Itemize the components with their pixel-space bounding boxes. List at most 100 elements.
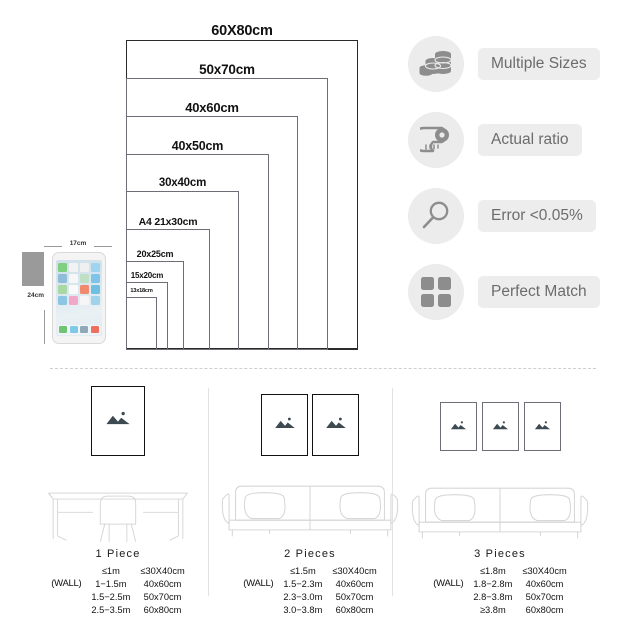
ipad-dock-icon — [69, 326, 78, 333]
wall-label — [238, 564, 278, 577]
recommended-size-value: ≤30X40cm — [140, 565, 185, 576]
feature-label: Actual ratio — [478, 124, 582, 156]
wall-distance-value: 1.5−2.5m — [91, 591, 131, 602]
image-placeholder-icon — [534, 418, 551, 436]
wall-label — [428, 590, 468, 603]
recommended-size-value: 60x80cm — [525, 604, 564, 615]
recommended-size-value: 50x70cm — [525, 591, 564, 602]
wall-distance-value: ≤1.8m — [479, 565, 506, 576]
wall-distance-table: ≤1.5m ≤30X40cm (WALL) 1.5−2.3m 40x60cm 2.3−3… — [238, 564, 381, 616]
grid-icon — [408, 264, 464, 320]
recommended-size-value: 40x60cm — [335, 578, 374, 589]
ipad-app-icon — [91, 296, 100, 305]
table-row: (WALL) 1.5−2.3m 40x60cm — [238, 577, 381, 590]
wall-distance-value: 2.5−3.5m — [91, 604, 131, 615]
wall-label — [46, 564, 86, 577]
tape-measure-icon — [408, 112, 464, 168]
table-row: ≤1m ≤30X40cm — [46, 564, 189, 577]
table-row: ≥3.8m 60x80cm — [428, 603, 571, 616]
tablet-height-label: 24cm — [27, 292, 44, 299]
image-placeholder-icon — [325, 416, 347, 435]
table-row: 3.0−3.8m 60x80cm — [238, 603, 381, 616]
room-scene-1-piece: 1 Piece ≤1m ≤30X40cm (WALL) 1−1.5m 40x60cm 1… — [18, 382, 218, 640]
ipad-app-icon — [69, 274, 78, 283]
tablet-width-label: 17cm — [69, 240, 87, 247]
feature-label: Multiple Sizes — [478, 48, 600, 80]
wall-label — [238, 603, 278, 616]
dim-line-top — [22, 252, 44, 286]
section-divider — [50, 368, 596, 369]
feature-item-multiple-sizes: Multiple Sizes — [408, 36, 640, 92]
scene-caption: 3 Pieces — [474, 548, 526, 560]
artwork-row — [18, 386, 218, 456]
scene-separator — [208, 388, 209, 596]
image-placeholder-icon — [105, 410, 131, 431]
table-row: (WALL) 1.8−2.8m 40x60cm — [428, 577, 571, 590]
scene-separator — [392, 388, 393, 596]
wall-label: (WALL) — [51, 578, 82, 589]
ipad-dock-icon — [90, 326, 99, 333]
ipad-app-grid — [58, 263, 100, 305]
feature-item-perfect-match: Perfect Match — [408, 264, 640, 320]
wall-distance-table: ≤1m ≤30X40cm (WALL) 1−1.5m 40x60cm 1.5−2.5m 5… — [46, 564, 189, 616]
ipad-app-icon — [80, 296, 89, 305]
wall-distance-value: 3.0−3.8m — [283, 604, 323, 615]
wall-distance-value: 1.8−2.8m — [473, 578, 513, 589]
wall-distance-value: 2.8−3.8m — [473, 591, 513, 602]
framed-artwork — [312, 394, 359, 456]
size-frame-label: A4 21x30cm — [138, 215, 198, 228]
artwork-row — [215, 394, 405, 456]
ipad-app-icon — [58, 274, 67, 283]
image-placeholder-icon — [450, 418, 467, 436]
recommended-size-value: 50x70cm — [335, 591, 374, 602]
feature-item-error-0-05-: Error <0.05% — [408, 188, 640, 244]
table-row: ≤1.5m ≤30X40cm — [238, 564, 381, 577]
wall-label — [428, 564, 468, 577]
wall-label — [238, 590, 278, 603]
ipad-app-icon — [58, 263, 67, 272]
wall-label — [46, 590, 86, 603]
ipad-device — [52, 252, 106, 344]
wall-distance-table: ≤1.8m ≤30X40cm (WALL) 1.8−2.8m 40x60cm 2.8−3… — [428, 564, 571, 616]
size-frame-label: 50x70cm — [199, 61, 255, 77]
recommended-size-value: 50x70cm — [143, 591, 182, 602]
tablet-width-dimension: 17cm — [44, 240, 112, 252]
wall-distance-value: ≤1.5m — [289, 565, 316, 576]
tablet-height-dimension: 24cm — [22, 252, 52, 344]
feature-list: Multiple Sizes Actual ratio Error <0.05%… — [408, 36, 640, 336]
ipad-dock — [57, 324, 101, 335]
size-frame-label: 40x60cm — [185, 100, 239, 115]
ipad-app-icon — [69, 285, 78, 294]
recommended-size-value: 40x60cm — [143, 578, 182, 589]
artwork-row — [400, 402, 600, 451]
size-frame-label: 40x50cm — [171, 138, 224, 153]
image-placeholder-icon — [274, 416, 296, 435]
recommended-size-value: ≤30X40cm — [522, 565, 567, 576]
infographic-root: 60X80cm 50x70cm 40x60cm 40x50cm 30x40cm A4 21… — [0, 0, 640, 640]
ipad-app-icon — [80, 263, 89, 272]
wall-distance-value: 2.3−3.0m — [283, 591, 323, 602]
ipad-app-icon — [58, 285, 67, 294]
recommended-size-value: 60x80cm — [335, 604, 374, 615]
ipad-app-icon — [58, 296, 67, 305]
ipad-app-icon — [91, 263, 100, 272]
tablet-reference: 17cm 24cm — [14, 240, 114, 355]
sofa-illustration — [215, 468, 405, 545]
recommended-size-value: 40x60cm — [525, 578, 564, 589]
framed-artwork — [439, 402, 477, 451]
ipad-app-icon — [69, 296, 78, 305]
ipad-dock-icon — [59, 326, 68, 333]
room-scenes: 1 Piece ≤1m ≤30X40cm (WALL) 1−1.5m 40x60cm 1… — [0, 382, 640, 640]
framed-artwork — [481, 402, 519, 451]
dim-line-bottom — [44, 310, 45, 344]
scene-caption: 2 Pieces — [284, 548, 336, 560]
ipad-app-icon — [69, 263, 78, 272]
feature-label: Perfect Match — [478, 276, 600, 308]
framed-artwork — [261, 394, 308, 456]
magnifier-icon — [408, 188, 464, 244]
wall-distance-value: ≤1m — [101, 565, 120, 576]
wall-label — [428, 603, 468, 616]
wall-distance-value: 1−1.5m — [95, 578, 127, 589]
size-frame-label: 15x20cm — [130, 271, 164, 280]
recommended-size-value: ≤30X40cm — [332, 565, 377, 576]
